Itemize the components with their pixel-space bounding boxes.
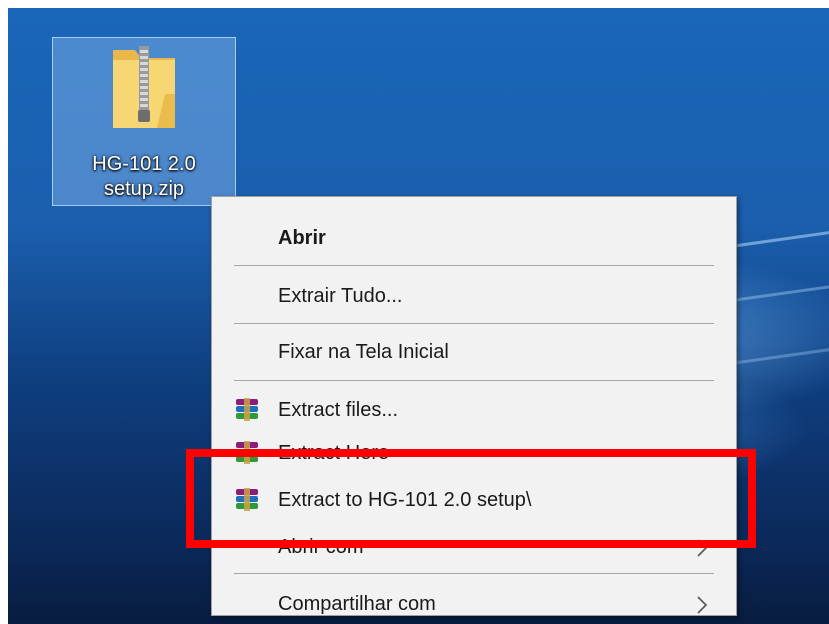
zip-folder-icon (113, 46, 175, 128)
menu-item-label: Compartilhar com (278, 593, 436, 615)
file-name-line1: HG-101 2.0 (92, 153, 196, 175)
menu-separator (234, 323, 714, 324)
file-name-label: HG-101 2.0 setup.zip (53, 152, 235, 202)
menu-item-compartilhar-com[interactable]: Compartilhar com (212, 584, 736, 624)
menu-item-label: Extrair Tudo... (278, 285, 403, 307)
menu-separator (234, 380, 714, 381)
menu-item-abrir[interactable]: Abrir (212, 218, 736, 258)
menu-item-extrair-tudo[interactable]: Extrair Tudo... (212, 276, 736, 316)
menu-item-fixar-tela-inicial[interactable]: Fixar na Tela Inicial (212, 332, 736, 372)
menu-item-label: Abrir (278, 227, 326, 249)
menu-item-extract-files[interactable]: Extract files... (212, 390, 736, 430)
menu-separator (234, 573, 714, 574)
annotation-highlight-box (186, 449, 756, 548)
context-menu: Abrir Extrair Tudo... Fixar na Tela Inic… (211, 196, 737, 616)
menu-item-label: Extract files... (278, 399, 399, 421)
menu-item-label: Fixar na Tela Inicial (278, 341, 449, 363)
chevron-right-icon (697, 596, 708, 614)
winrar-icon (236, 398, 258, 421)
desktop-file-icon[interactable]: HG-101 2.0 setup.zip (52, 37, 236, 206)
file-name-line2: setup.zip (103, 178, 185, 200)
menu-separator (234, 265, 714, 266)
